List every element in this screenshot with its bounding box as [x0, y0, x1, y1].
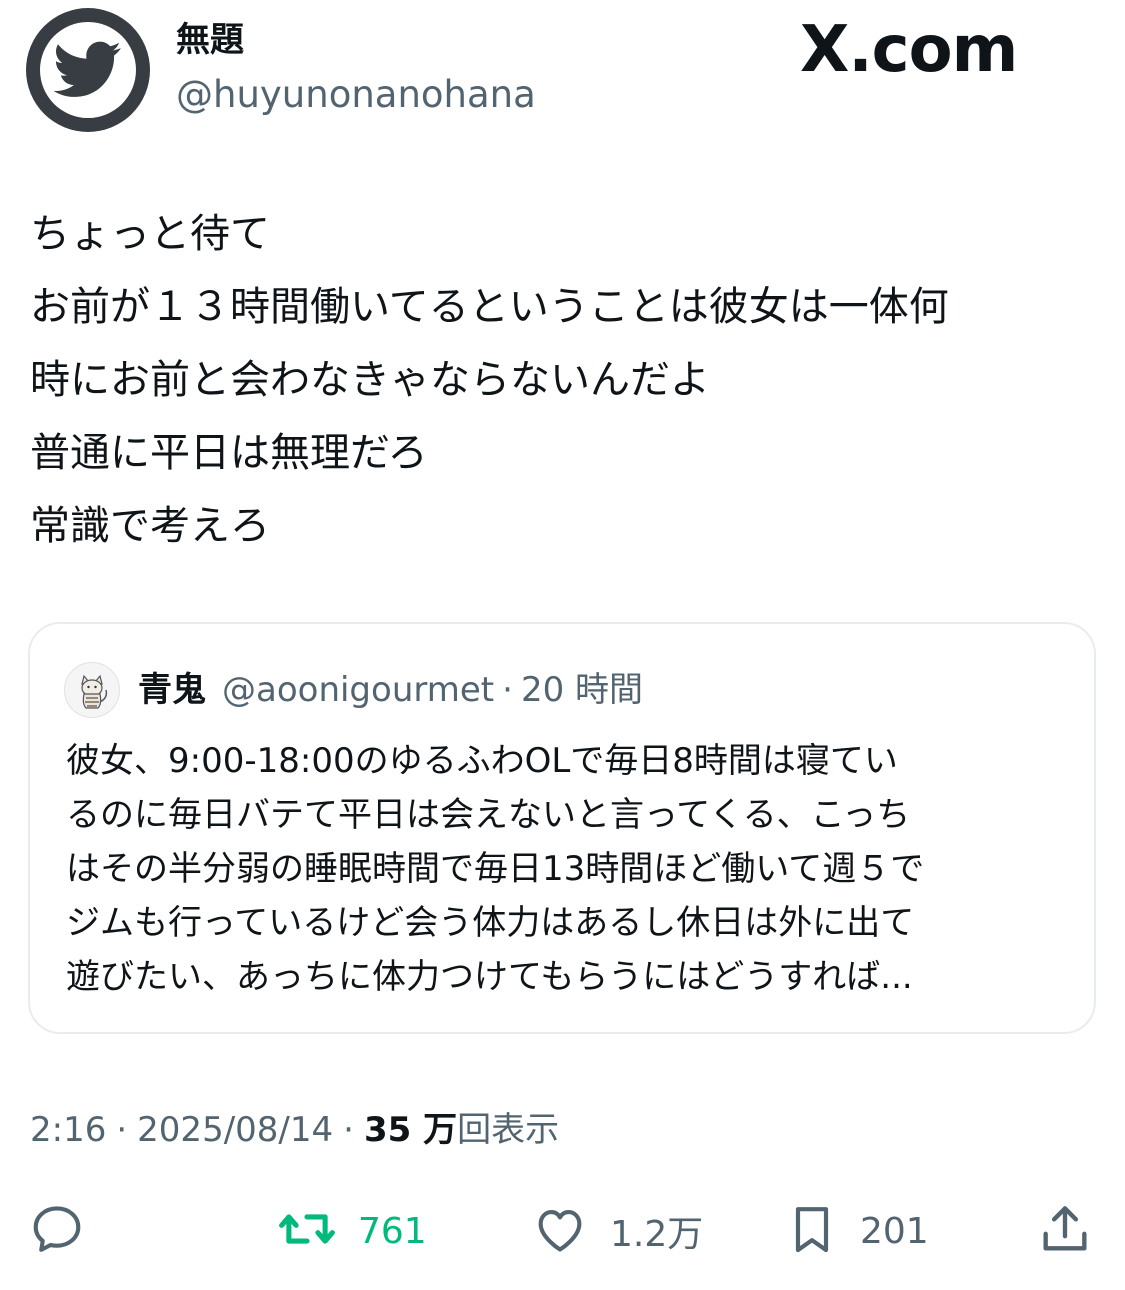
share-icon: [1036, 1200, 1094, 1262]
quote-text: 彼女、9:00-18:00のゆるふわOLで毎日8時間は寝てい るのに毎日バテて平…: [66, 734, 1066, 1004]
like-button[interactable]: 1.2万: [530, 1196, 703, 1266]
retweet-icon: [276, 1200, 338, 1262]
x-com-logo: X.com: [800, 13, 1018, 87]
tweet-line: ちょっと待て: [30, 211, 270, 257]
tweet-line: お前が１３時間働いてるということは彼女は一体何: [30, 284, 949, 330]
bookmark-icon: [784, 1200, 840, 1262]
bookmark-count: 201: [860, 1210, 929, 1252]
quote-line: ジムも行っているけど会う体力はあるし休日は外に出て: [66, 903, 915, 943]
tweet-line: 時にお前と会わなきゃならないんだよ: [30, 357, 710, 403]
like-count: 1.2万: [610, 1214, 704, 1255]
quote-line: 遊びたい、あっちに体力つけてもらうにはどうすれば...: [66, 957, 913, 997]
meta-separator: ·: [343, 1110, 354, 1150]
quote-tweet-card[interactable]: 青鬼 @aoonigourmet · 20 時間 彼女、9:00-18:00のゆるふわ…: [28, 622, 1096, 1034]
cat-illustration-icon[interactable]: [64, 662, 120, 718]
tweet-text: ちょっと待て お前が１３時間働いてるということは彼女は一体何 時にお前と会わなき…: [30, 198, 1100, 563]
tweet-time[interactable]: 2:16: [30, 1110, 106, 1150]
views-count: 35 万: [363, 1110, 458, 1150]
share-button[interactable]: [1036, 1196, 1094, 1266]
retweet-button[interactable]: 761: [276, 1196, 427, 1266]
heart-icon: [530, 1200, 590, 1262]
quote-line: はその半分弱の睡眠時間で毎日13時間ほど働いて週５で: [66, 849, 925, 889]
tweet-line: 常識で考えろ: [30, 503, 270, 549]
quote-author-name[interactable]: 青鬼: [138, 670, 206, 710]
quote-separator: ·: [502, 670, 513, 710]
author-avatar[interactable]: [26, 8, 150, 132]
action-bar: 761 1.2万 201: [0, 1196, 1125, 1266]
reply-icon: [28, 1200, 86, 1262]
bookmark-button[interactable]: 201: [784, 1196, 929, 1266]
reply-button[interactable]: [28, 1196, 86, 1266]
tweet-line: 普通に平日は無理だろ: [30, 430, 428, 476]
retweet-count: 761: [358, 1210, 427, 1252]
quote-timestamp[interactable]: 20 時間: [521, 670, 643, 710]
author-handle[interactable]: @huyunonanohana: [176, 74, 536, 116]
meta-separator: ·: [116, 1110, 128, 1150]
twitter-bird-icon: [40, 22, 136, 118]
views-label: 回表示: [457, 1110, 560, 1150]
quote-line: 彼女、9:00-18:00のゆるふわOLで毎日8時間は寝てい: [66, 741, 898, 781]
quote-line: るのに毎日バテて平日は会えないと言ってくる、こっち: [66, 795, 911, 835]
quote-author-handle[interactable]: @aoonigourmet: [222, 670, 494, 710]
tweet-meta: 2:16 · 2025/08/14 · 35 万回表示: [30, 1106, 559, 1154]
tweet-date[interactable]: 2025/08/14: [137, 1110, 333, 1150]
author-display-name[interactable]: 無題: [176, 20, 244, 60]
quote-header: 青鬼 @aoonigourmet · 20 時間: [138, 668, 643, 712]
